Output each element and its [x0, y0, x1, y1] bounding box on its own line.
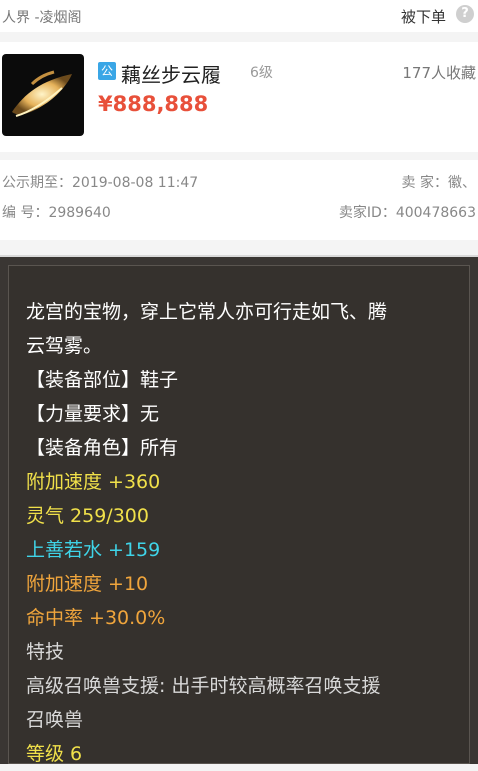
special-skill-desc-cont: 召唤兽: [26, 709, 84, 731]
desc-line: 【装备部位】鞋子: [26, 369, 179, 391]
favorites-count[interactable]: 177人收藏: [402, 62, 476, 83]
item-level: 6级: [250, 65, 273, 81]
announce-value: 2019-08-08 11:47: [72, 175, 199, 191]
stat-shangshan: 上善若水 +159: [26, 539, 161, 561]
desc-line: 【装备角色】所有: [26, 437, 179, 459]
stat-aura: 灵气 259/300: [26, 505, 149, 527]
desc-line: 【力量要求】无: [26, 403, 160, 425]
listing-id: 2989640: [48, 205, 111, 221]
seller-id-label: 卖家ID：: [338, 205, 396, 221]
item-name: 藕丝步云履: [121, 63, 221, 87]
orders-link[interactable]: 被下单: [401, 6, 446, 27]
public-badge: 公: [98, 62, 116, 80]
desc-line: 龙宫的宝物，穿上它常人亦可行走如飞、腾: [26, 301, 388, 323]
listing-info: 公示期至：2019-08-08 11:47 卖 家：徽、 编 号：2989640…: [0, 160, 478, 240]
seller-name[interactable]: 徽、: [448, 175, 476, 191]
announce-label: 公示期至：: [2, 175, 72, 191]
description-text: 龙宫的宝物，穿上它常人亦可行走如飞、腾 云驾雾。 【装备部位】鞋子 【力量要求】…: [26, 295, 466, 771]
item-image: [2, 54, 84, 136]
special-skill-desc: 高级召唤兽支援: 出手时较高概率召唤支援: [26, 675, 381, 697]
special-skill-label: 特技: [26, 641, 65, 663]
help-icon[interactable]: ?: [456, 5, 474, 23]
id-label: 编 号：: [2, 205, 49, 221]
desc-line: 云驾雾。: [26, 335, 103, 357]
stat-speed-bonus: 附加速度 +10: [26, 573, 149, 595]
stat-hit-rate: 命中率 +30.0%: [26, 607, 166, 629]
item-card[interactable]: 公 藕丝步云履 6级 177人收藏 ¥888,888: [0, 42, 478, 152]
item-price: ¥888,888: [98, 92, 209, 116]
seller-label: 卖 家：: [401, 175, 448, 191]
top-bar: 人界 -凌烟阁 被下单 ?: [0, 0, 478, 32]
server-label: 人界 -凌烟阁: [2, 10, 82, 26]
stat-speed: 附加速度 +360: [26, 471, 161, 493]
item-description-panel: 龙宫的宝物，穿上它常人亦可行走如飞、腾 云驾雾。 【装备部位】鞋子 【力量要求】…: [0, 255, 478, 765]
seller-id-value: 400478663: [395, 205, 476, 221]
item-grade: 等级 6: [26, 743, 83, 765]
